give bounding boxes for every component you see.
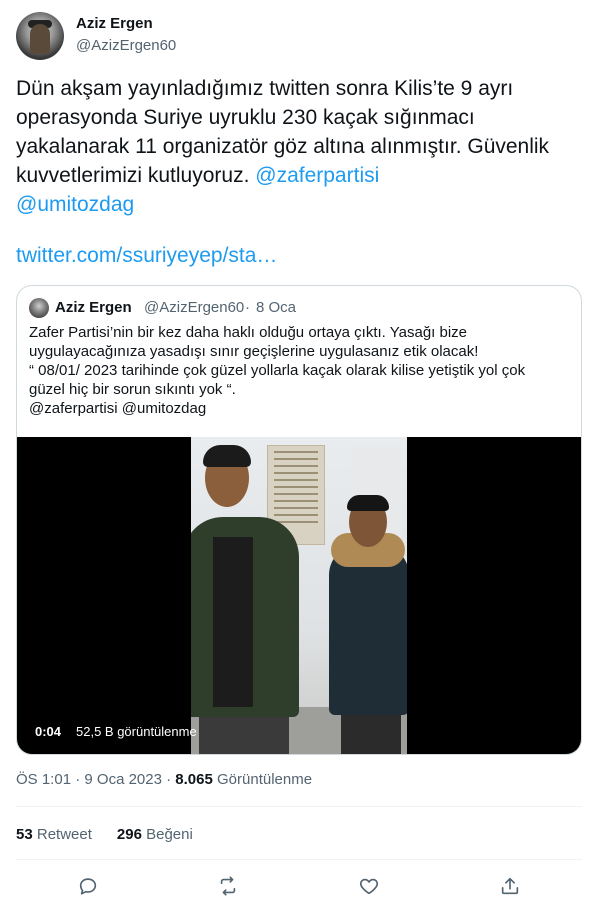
retweet-label[interactable]: Retweet [37, 826, 92, 843]
retweet-button[interactable] [214, 872, 242, 900]
video-frame [191, 437, 407, 754]
video-duration: 0:04 [35, 724, 62, 739]
separator-dot: · [166, 771, 172, 788]
quoted-tweet[interactable]: Aziz Ergen @AzizErgen60 · 8 Oca Zafer Pa… [16, 285, 582, 755]
quoted-tweet-text: Zafer Partisi’nin bir kez daha haklı old… [29, 323, 573, 418]
like-icon [359, 878, 379, 895]
like-count[interactable]: 296 [117, 826, 142, 843]
reply-button[interactable] [74, 872, 102, 900]
author-handle[interactable]: @AzizErgen60 [76, 37, 176, 54]
tweet-meta: ÖS 1:01 · 9 Oca 2023 · 8.065 Görüntülenm… [16, 771, 312, 788]
divider [16, 806, 582, 807]
mention-link[interactable]: @zaferpartisi [255, 164, 379, 187]
view-label: Görüntülenme [217, 771, 313, 788]
tweet-url-link[interactable]: twitter.com/ssuriyeyep/sta… [16, 244, 277, 268]
quoted-text-line: uygulayacağınıza yasadışı sınır geçişler… [29, 343, 479, 360]
quoted-text-line: @zaferpartisi @umitozdag [29, 400, 207, 417]
quoted-author-name: Aziz Ergen [55, 299, 132, 316]
author-display-name[interactable]: Aziz Ergen [76, 15, 153, 32]
quoted-text-line: Zafer Partisi’nin bir kez daha haklı old… [29, 324, 468, 341]
tweet-stats: 53 Retweet 296 Beğeni [16, 826, 193, 843]
quoted-text-line: güzel hiç bir sorun sıkıntı yok “. [29, 381, 236, 398]
tweet-header: Aziz Ergen @AzizErgen60 [16, 12, 582, 62]
action-bar [0, 868, 598, 902]
tweet-date[interactable]: 9 Oca 2023 [84, 771, 162, 788]
video-player[interactable]: 0:04 52,5 B görüntülenme [17, 437, 581, 754]
reply-icon [79, 878, 97, 895]
divider [16, 859, 582, 860]
retweet-icon [220, 876, 236, 896]
like-label[interactable]: Beğeni [146, 826, 193, 843]
separator-dot: · [245, 299, 250, 316]
retweet-count[interactable]: 53 [16, 826, 33, 843]
share-button[interactable] [496, 872, 524, 900]
share-icon [501, 877, 519, 895]
quoted-author-handle: @AzizErgen60 [144, 299, 245, 316]
tweet-text: Dün akşam yayınladığımız twitten sonra K… [16, 74, 576, 219]
view-count: 8.065 [175, 771, 213, 788]
tweet-time[interactable]: ÖS 1:01 [16, 771, 71, 788]
mention-link[interactable]: @umitozdag [16, 193, 134, 216]
quoted-author-avatar [29, 298, 49, 318]
quoted-text-line: “ 08/01/ 2023 tarihinde çok güzel yollar… [29, 362, 526, 379]
separator-dot: · [75, 771, 81, 788]
quoted-tweet-date: 8 Oca [256, 299, 297, 316]
video-view-count: 52,5 B görüntülenme [76, 724, 197, 739]
like-button[interactable] [355, 872, 383, 900]
author-avatar[interactable] [16, 12, 64, 60]
